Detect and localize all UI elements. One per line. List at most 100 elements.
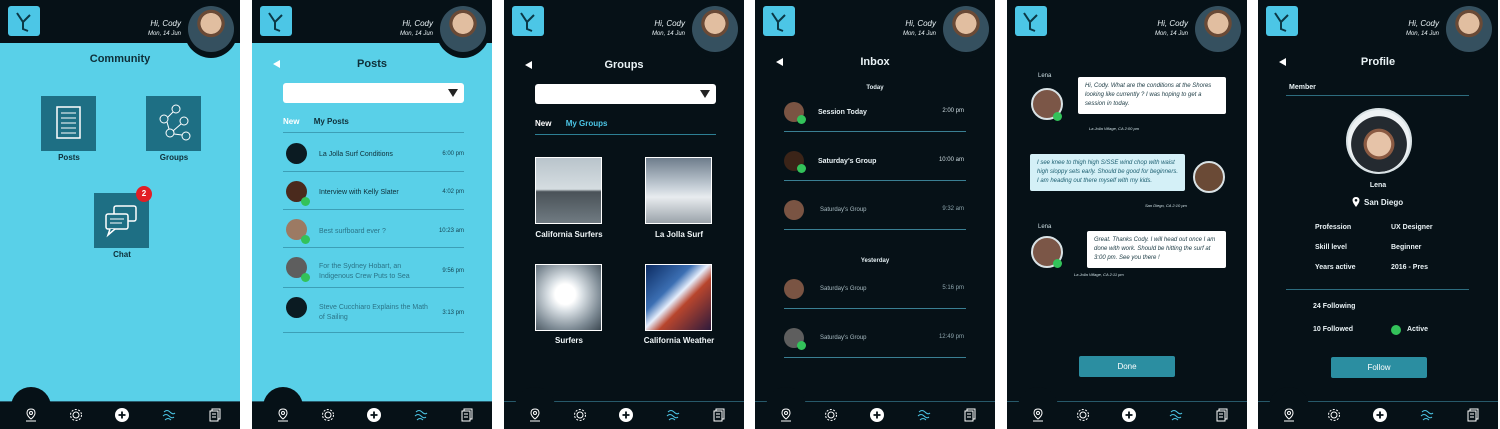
app-header: Hi, Cody Mon, 14 Jun: [0, 0, 240, 58]
map-pin-icon[interactable]: [528, 408, 542, 422]
documents-icon[interactable]: [208, 408, 222, 422]
map-pin-icon[interactable]: [276, 408, 290, 422]
map-pin-icon[interactable]: [1282, 408, 1296, 422]
group-label[interactable]: La Jolla Surf: [634, 229, 724, 240]
gear-icon[interactable]: [824, 408, 838, 422]
map-pin-icon[interactable]: [779, 408, 793, 422]
following-count[interactable]: 24 Following: [1313, 303, 1355, 310]
status-badge: Active: [1407, 326, 1429, 333]
waves-icon[interactable]: [414, 408, 428, 422]
plus-icon[interactable]: [1373, 408, 1387, 422]
waves-icon[interactable]: [666, 408, 680, 422]
gear-icon[interactable]: [1327, 408, 1341, 422]
group-label[interactable]: Surfers: [524, 335, 614, 346]
avatar: [784, 200, 804, 220]
list-item[interactable]: For the Sydney Hobart, an Indigenous Cre…: [283, 248, 464, 288]
group-image-california-weather[interactable]: [645, 264, 712, 331]
avatar: [286, 297, 307, 318]
user-avatar[interactable]: [688, 2, 742, 58]
check-icon: [797, 341, 806, 350]
location-pin-icon: [1352, 197, 1360, 207]
user-avatar[interactable]: [436, 2, 490, 58]
tab-new[interactable]: New: [535, 119, 551, 128]
bottom-nav: [1258, 387, 1498, 429]
bottom-nav: [504, 387, 744, 429]
documents-icon[interactable]: [460, 408, 474, 422]
inbox-row[interactable]: Saturday's Group 12:49 pm: [784, 320, 966, 358]
chevron-down-icon: [700, 90, 710, 98]
app-logo-icon[interactable]: [1015, 6, 1047, 36]
inbox-row[interactable]: Saturday's Group 5:16 pm: [784, 271, 966, 309]
plus-icon[interactable]: [367, 408, 381, 422]
user-avatar[interactable]: [1442, 2, 1496, 58]
plus-icon[interactable]: [619, 408, 633, 422]
list-item[interactable]: Steve Cucchiaro Explains the Math of Sai…: [283, 288, 464, 333]
chevron-down-icon: [448, 89, 458, 97]
groups-tile[interactable]: [146, 96, 201, 151]
chat-screen: Hi, Cody Mon, 14 Jun Lena Hi, Cody. What …: [1007, 0, 1247, 429]
inbox-row[interactable]: Saturday's Group 10:00 am: [784, 143, 966, 181]
list-item[interactable]: Interview with Kelly Slater 4:02 pm: [283, 172, 464, 210]
waves-icon[interactable]: [1169, 408, 1183, 422]
posts-tile-label: Posts: [58, 153, 80, 162]
user-avatar[interactable]: [939, 2, 993, 58]
posts-tile[interactable]: [41, 96, 96, 151]
documents-icon[interactable]: [963, 408, 977, 422]
header-date: Mon, 14 Jun: [1154, 31, 1188, 37]
header-date: Mon, 14 Jun: [399, 31, 433, 37]
map-pin-icon[interactable]: [24, 408, 38, 422]
people-network-icon: [159, 104, 191, 141]
waves-icon[interactable]: [162, 408, 176, 422]
member-label: Member: [1289, 84, 1316, 91]
tab-new[interactable]: New: [283, 117, 299, 126]
plus-icon[interactable]: [870, 408, 884, 422]
follow-button[interactable]: Follow: [1331, 357, 1427, 378]
greeting: Hi, Cody: [1157, 19, 1188, 28]
app-logo-icon[interactable]: [1266, 6, 1298, 36]
group-image-surfers[interactable]: [535, 264, 602, 331]
map-pin-icon[interactable]: [1031, 408, 1045, 422]
list-item[interactable]: La Jolla Surf Conditions 6:00 pm: [283, 134, 464, 172]
app-logo-icon[interactable]: [512, 6, 544, 36]
documents-icon[interactable]: [1466, 408, 1480, 422]
tab-my-groups[interactable]: My Groups: [566, 119, 608, 128]
user-avatar[interactable]: [1191, 2, 1245, 58]
bottom-nav: [755, 387, 995, 429]
tab-my-posts[interactable]: My Posts: [314, 117, 349, 126]
bottom-nav: [252, 387, 492, 429]
page-title: Community: [89, 53, 151, 65]
group-image-california-surfers[interactable]: [535, 157, 602, 224]
inbox-row[interactable]: Saturday's Group 9:32 am: [784, 192, 966, 230]
app-header: Hi, Cody Mon, 14 Jun: [755, 0, 995, 58]
documents-icon[interactable]: [712, 408, 726, 422]
groups-screen: Hi, Cody Mon, 14 Jun Groups New My Groups…: [504, 0, 744, 429]
followed-count[interactable]: 10 Followed: [1313, 326, 1353, 333]
avatar: [286, 143, 307, 164]
user-avatar[interactable]: [184, 2, 238, 58]
documents-icon[interactable]: [1215, 408, 1229, 422]
app-logo-icon[interactable]: [763, 6, 795, 36]
list-item[interactable]: Best surfboard ever ? 10:23 am: [283, 210, 464, 248]
gear-icon[interactable]: [321, 408, 335, 422]
group-label[interactable]: California Weather: [634, 335, 724, 346]
message-meta: San Diego, CA 2:10 pm: [1145, 203, 1187, 208]
gear-icon[interactable]: [69, 408, 83, 422]
plus-icon[interactable]: [115, 408, 129, 422]
header-date: Mon, 14 Jun: [147, 31, 181, 37]
header-date: Mon, 14 Jun: [651, 31, 685, 37]
message-bubble: Hi, Cody. What are the conditions at the…: [1078, 77, 1226, 114]
inbox-row[interactable]: Session Today 2:00 pm: [784, 94, 966, 132]
app-logo-icon[interactable]: [8, 6, 40, 36]
waves-icon[interactable]: [1420, 408, 1434, 422]
gear-icon[interactable]: [573, 408, 587, 422]
done-button[interactable]: Done: [1079, 356, 1175, 377]
app-logo-icon[interactable]: [260, 6, 292, 36]
group-label[interactable]: California Surfers: [524, 229, 614, 240]
gear-icon[interactable]: [1076, 408, 1090, 422]
waves-icon[interactable]: [917, 408, 931, 422]
group-image-la-jolla-surf[interactable]: [645, 157, 712, 224]
posts-filter-select[interactable]: [283, 83, 464, 103]
groups-filter-select[interactable]: [535, 84, 716, 104]
plus-icon[interactable]: [1122, 408, 1136, 422]
avatar: [1193, 161, 1225, 193]
